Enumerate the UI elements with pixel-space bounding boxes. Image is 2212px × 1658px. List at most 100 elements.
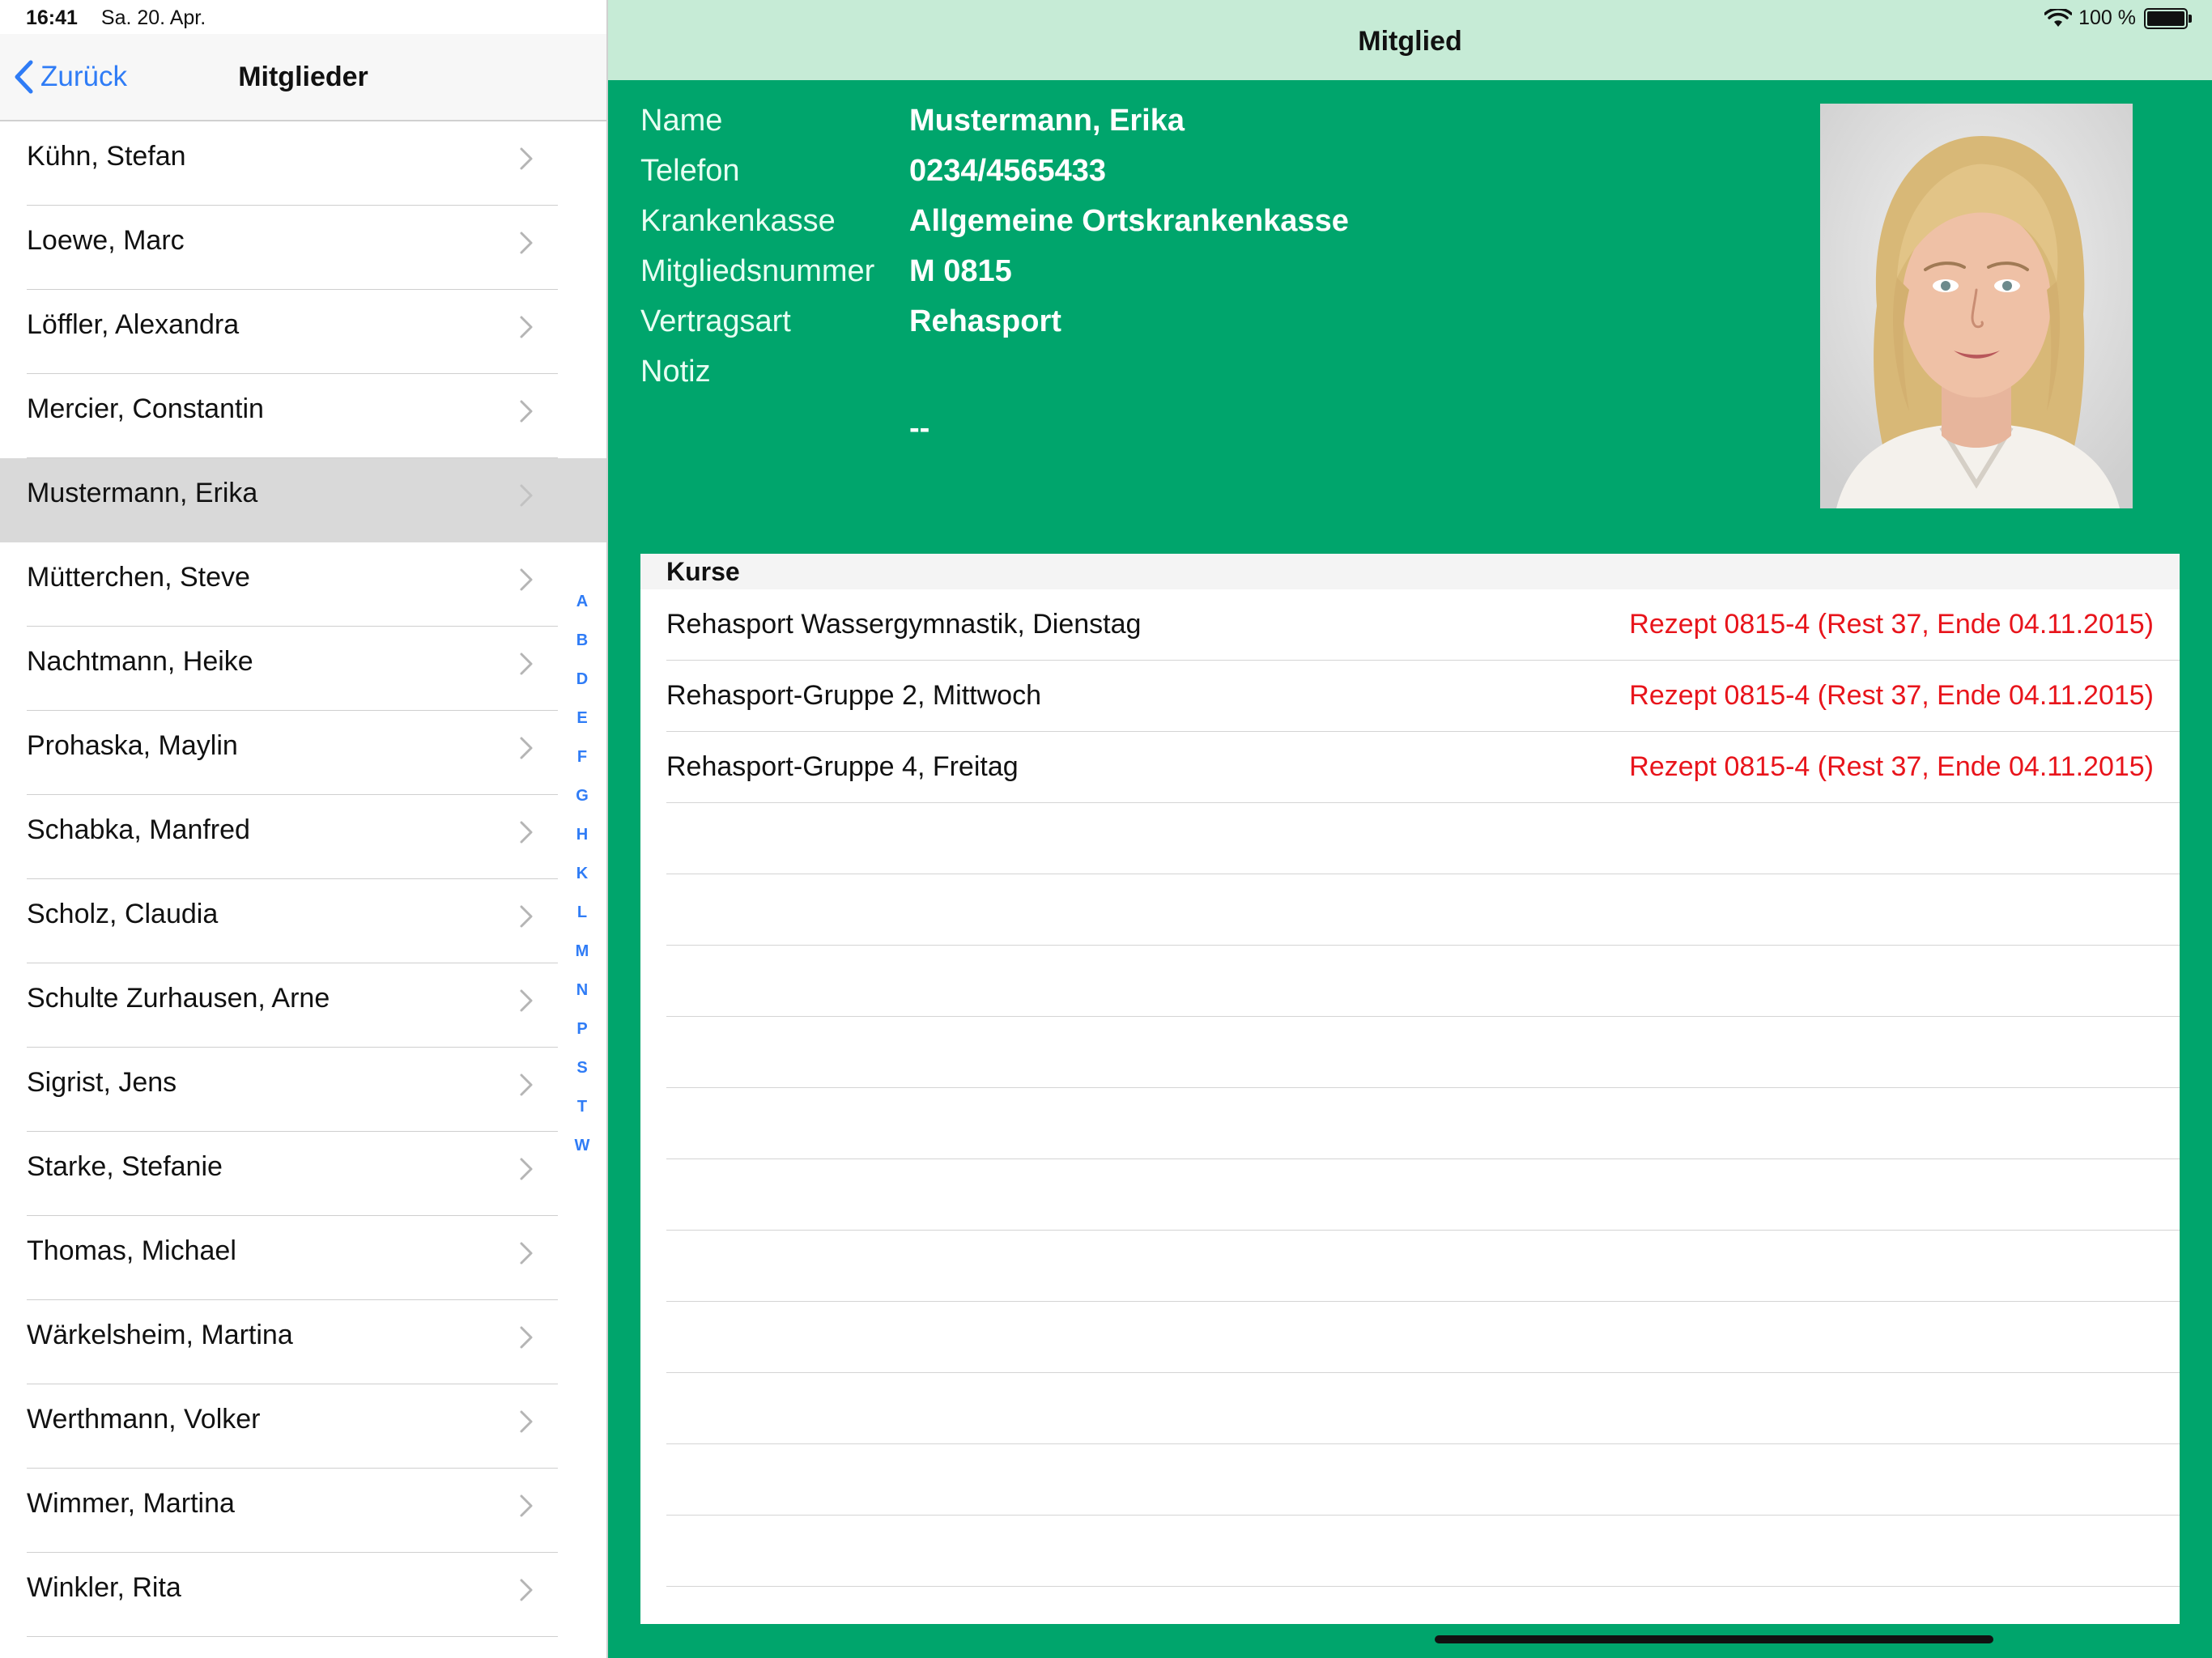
index-letter[interactable]: B bbox=[567, 631, 598, 670]
note-value: -- bbox=[909, 411, 930, 445]
course-row[interactable]: Rehasport Wassergymnastik, Dienstag Rezep… bbox=[640, 589, 2180, 661]
chevron-right-icon bbox=[520, 568, 533, 591]
course-prescription: Rezept 0815-4 (Rest 37, Ende 04.11.2015) bbox=[1629, 680, 2154, 711]
member-list-item[interactable]: Mütterchen, Steve bbox=[0, 542, 606, 627]
course-name: Rehasport-Gruppe 2, Mittwoch bbox=[666, 680, 1041, 711]
index-letter[interactable]: T bbox=[567, 1098, 598, 1137]
member-name: Wärkelsheim, Martina bbox=[27, 1320, 293, 1350]
detail-title: Mitglied bbox=[1358, 26, 1462, 57]
index-letter[interactable]: G bbox=[567, 787, 598, 826]
member-name: Werthmann, Volker bbox=[27, 1404, 261, 1435]
member-name: Scholz, Claudia bbox=[27, 899, 219, 929]
member-list-item[interactable]: Werthmann, Volker bbox=[0, 1384, 606, 1469]
index-letter[interactable]: L bbox=[567, 903, 598, 942]
member-list-item[interactable]: Wimmer, Martina bbox=[0, 1469, 606, 1553]
course-empty-rows bbox=[640, 803, 2180, 1587]
member-list-item[interactable]: Winkler, Rita bbox=[0, 1553, 606, 1637]
chevron-right-icon bbox=[520, 147, 533, 170]
course-prescription: Rezept 0815-4 (Rest 37, Ende 04.11.2015) bbox=[1629, 751, 2154, 782]
member-name: Mercier, Constantin bbox=[27, 393, 264, 424]
member-list-item[interactable]: Starke, Stefanie bbox=[0, 1132, 606, 1216]
status-date: Sa. 20. Apr. bbox=[100, 6, 206, 29]
empty-row bbox=[640, 1516, 2180, 1587]
member-list: Kühn, Stefan Loewe, Marc Löffler, Alexandr… bbox=[0, 121, 606, 1637]
member-list-item[interactable]: Prohaska, Maylin bbox=[0, 711, 606, 795]
note-label: Notiz bbox=[640, 355, 711, 389]
chevron-right-icon bbox=[520, 905, 533, 928]
chevron-right-icon bbox=[520, 1410, 533, 1433]
member-list-item[interactable]: Wärkelsheim, Martina bbox=[0, 1300, 606, 1384]
member-list-item[interactable]: Mustermann, Erika bbox=[0, 458, 606, 542]
detail-nav-bar: Mitglied 100 % bbox=[608, 0, 2212, 80]
member-number-value: M 0815 bbox=[909, 254, 1012, 288]
member-detail-pane: Mitglied 100 % Name Mustermann, Erika Te… bbox=[608, 0, 2212, 1658]
index-letter[interactable]: S bbox=[567, 1059, 598, 1098]
status-time: 16:41 bbox=[26, 6, 78, 29]
index-letter[interactable]: W bbox=[567, 1137, 598, 1175]
row-separator bbox=[666, 1586, 2180, 1587]
member-name: Schabka, Manfred bbox=[27, 814, 250, 845]
index-letter[interactable]: K bbox=[567, 865, 598, 903]
chevron-right-icon bbox=[520, 400, 533, 423]
member-name: Loewe, Marc bbox=[27, 225, 185, 256]
member-list-item[interactable]: Schabka, Manfred bbox=[0, 795, 606, 879]
course-name: Rehasport Wassergymnastik, Dienstag bbox=[666, 609, 1142, 640]
status-bar-left: 16:41 Sa. 20. Apr. bbox=[26, 6, 206, 30]
index-letter[interactable]: P bbox=[567, 1020, 598, 1059]
member-name: Starke, Stefanie bbox=[27, 1151, 223, 1182]
member-list-item[interactable]: Sigrist, Jens bbox=[0, 1048, 606, 1132]
member-list-item[interactable]: Nachtmann, Heike bbox=[0, 627, 606, 711]
member-name: Mustermann, Erika bbox=[27, 478, 258, 508]
member-name: Wimmer, Martina bbox=[27, 1488, 235, 1519]
chevron-right-icon bbox=[520, 653, 533, 675]
wifi-icon bbox=[2044, 8, 2073, 27]
empty-row bbox=[640, 1088, 2180, 1159]
section-index[interactable]: ABDEFGHKLMNPSTW bbox=[567, 593, 598, 1175]
member-list-item[interactable]: Thomas, Michael bbox=[0, 1216, 606, 1300]
phone-value[interactable]: 0234/4565433 bbox=[909, 154, 1106, 189]
index-letter[interactable]: A bbox=[567, 593, 598, 631]
index-letter[interactable]: D bbox=[567, 670, 598, 709]
course-prescription: Rezept 0815-4 (Rest 37, Ende 04.11.2015) bbox=[1629, 609, 2154, 640]
course-name: Rehasport-Gruppe 4, Freitag bbox=[666, 751, 1019, 782]
member-number-label: Mitgliedsnummer bbox=[640, 254, 875, 288]
member-name: Löffler, Alexandra bbox=[27, 309, 240, 340]
index-letter[interactable]: N bbox=[567, 981, 598, 1020]
member-name: Mütterchen, Steve bbox=[27, 562, 250, 593]
chevron-right-icon bbox=[520, 316, 533, 338]
member-list-item[interactable]: Loewe, Marc bbox=[0, 206, 606, 290]
contract-type-value: Rehasport bbox=[909, 304, 1061, 338]
course-row[interactable]: Rehasport-Gruppe 4, Freitag Rezept 0815-4… bbox=[640, 732, 2180, 803]
chevron-right-icon bbox=[520, 1158, 533, 1180]
member-photo bbox=[1820, 104, 2133, 508]
course-row[interactable]: Rehasport-Gruppe 2, Mittwoch Rezept 0815-… bbox=[640, 661, 2180, 732]
chevron-right-icon bbox=[520, 484, 533, 507]
status-bar-right: 100 % bbox=[2044, 6, 2192, 30]
phone-label: Telefon bbox=[640, 154, 740, 188]
member-list-item[interactable]: Kühn, Stefan bbox=[0, 121, 606, 206]
members-pane: 16:41 Sa. 20. Apr. Zurück Mitglieder Küh… bbox=[0, 0, 608, 1658]
empty-row bbox=[640, 803, 2180, 874]
members-nav-bar: Zurück Mitglieder bbox=[0, 34, 606, 121]
member-list-item[interactable]: Löffler, Alexandra bbox=[0, 290, 606, 374]
empty-row bbox=[640, 1017, 2180, 1088]
member-name: Winkler, Rita bbox=[27, 1572, 181, 1603]
members-title: Mitglieder bbox=[238, 62, 368, 92]
index-letter[interactable]: M bbox=[567, 942, 598, 981]
index-letter[interactable]: E bbox=[567, 709, 598, 748]
contract-type-label: Vertragsart bbox=[640, 304, 791, 338]
index-letter[interactable]: H bbox=[567, 826, 598, 865]
member-list-item[interactable]: Schulte Zurhausen, Arne bbox=[0, 963, 606, 1048]
member-list-item[interactable]: Mercier, Constantin bbox=[0, 374, 606, 458]
insurance-value: Allgemeine Ortskrankenkasse bbox=[909, 204, 1349, 238]
empty-row bbox=[640, 1302, 2180, 1373]
empty-row bbox=[640, 874, 2180, 946]
home-indicator[interactable] bbox=[1435, 1635, 1993, 1643]
empty-row bbox=[640, 1231, 2180, 1302]
chevron-right-icon bbox=[520, 989, 533, 1012]
index-letter[interactable]: F bbox=[567, 748, 598, 787]
member-name: Prohaska, Maylin bbox=[27, 730, 238, 761]
member-list-item[interactable]: Scholz, Claudia bbox=[0, 879, 606, 963]
course-list: Rehasport Wassergymnastik, Dienstag Rezep… bbox=[640, 589, 2180, 803]
member-name: Sigrist, Jens bbox=[27, 1067, 177, 1098]
